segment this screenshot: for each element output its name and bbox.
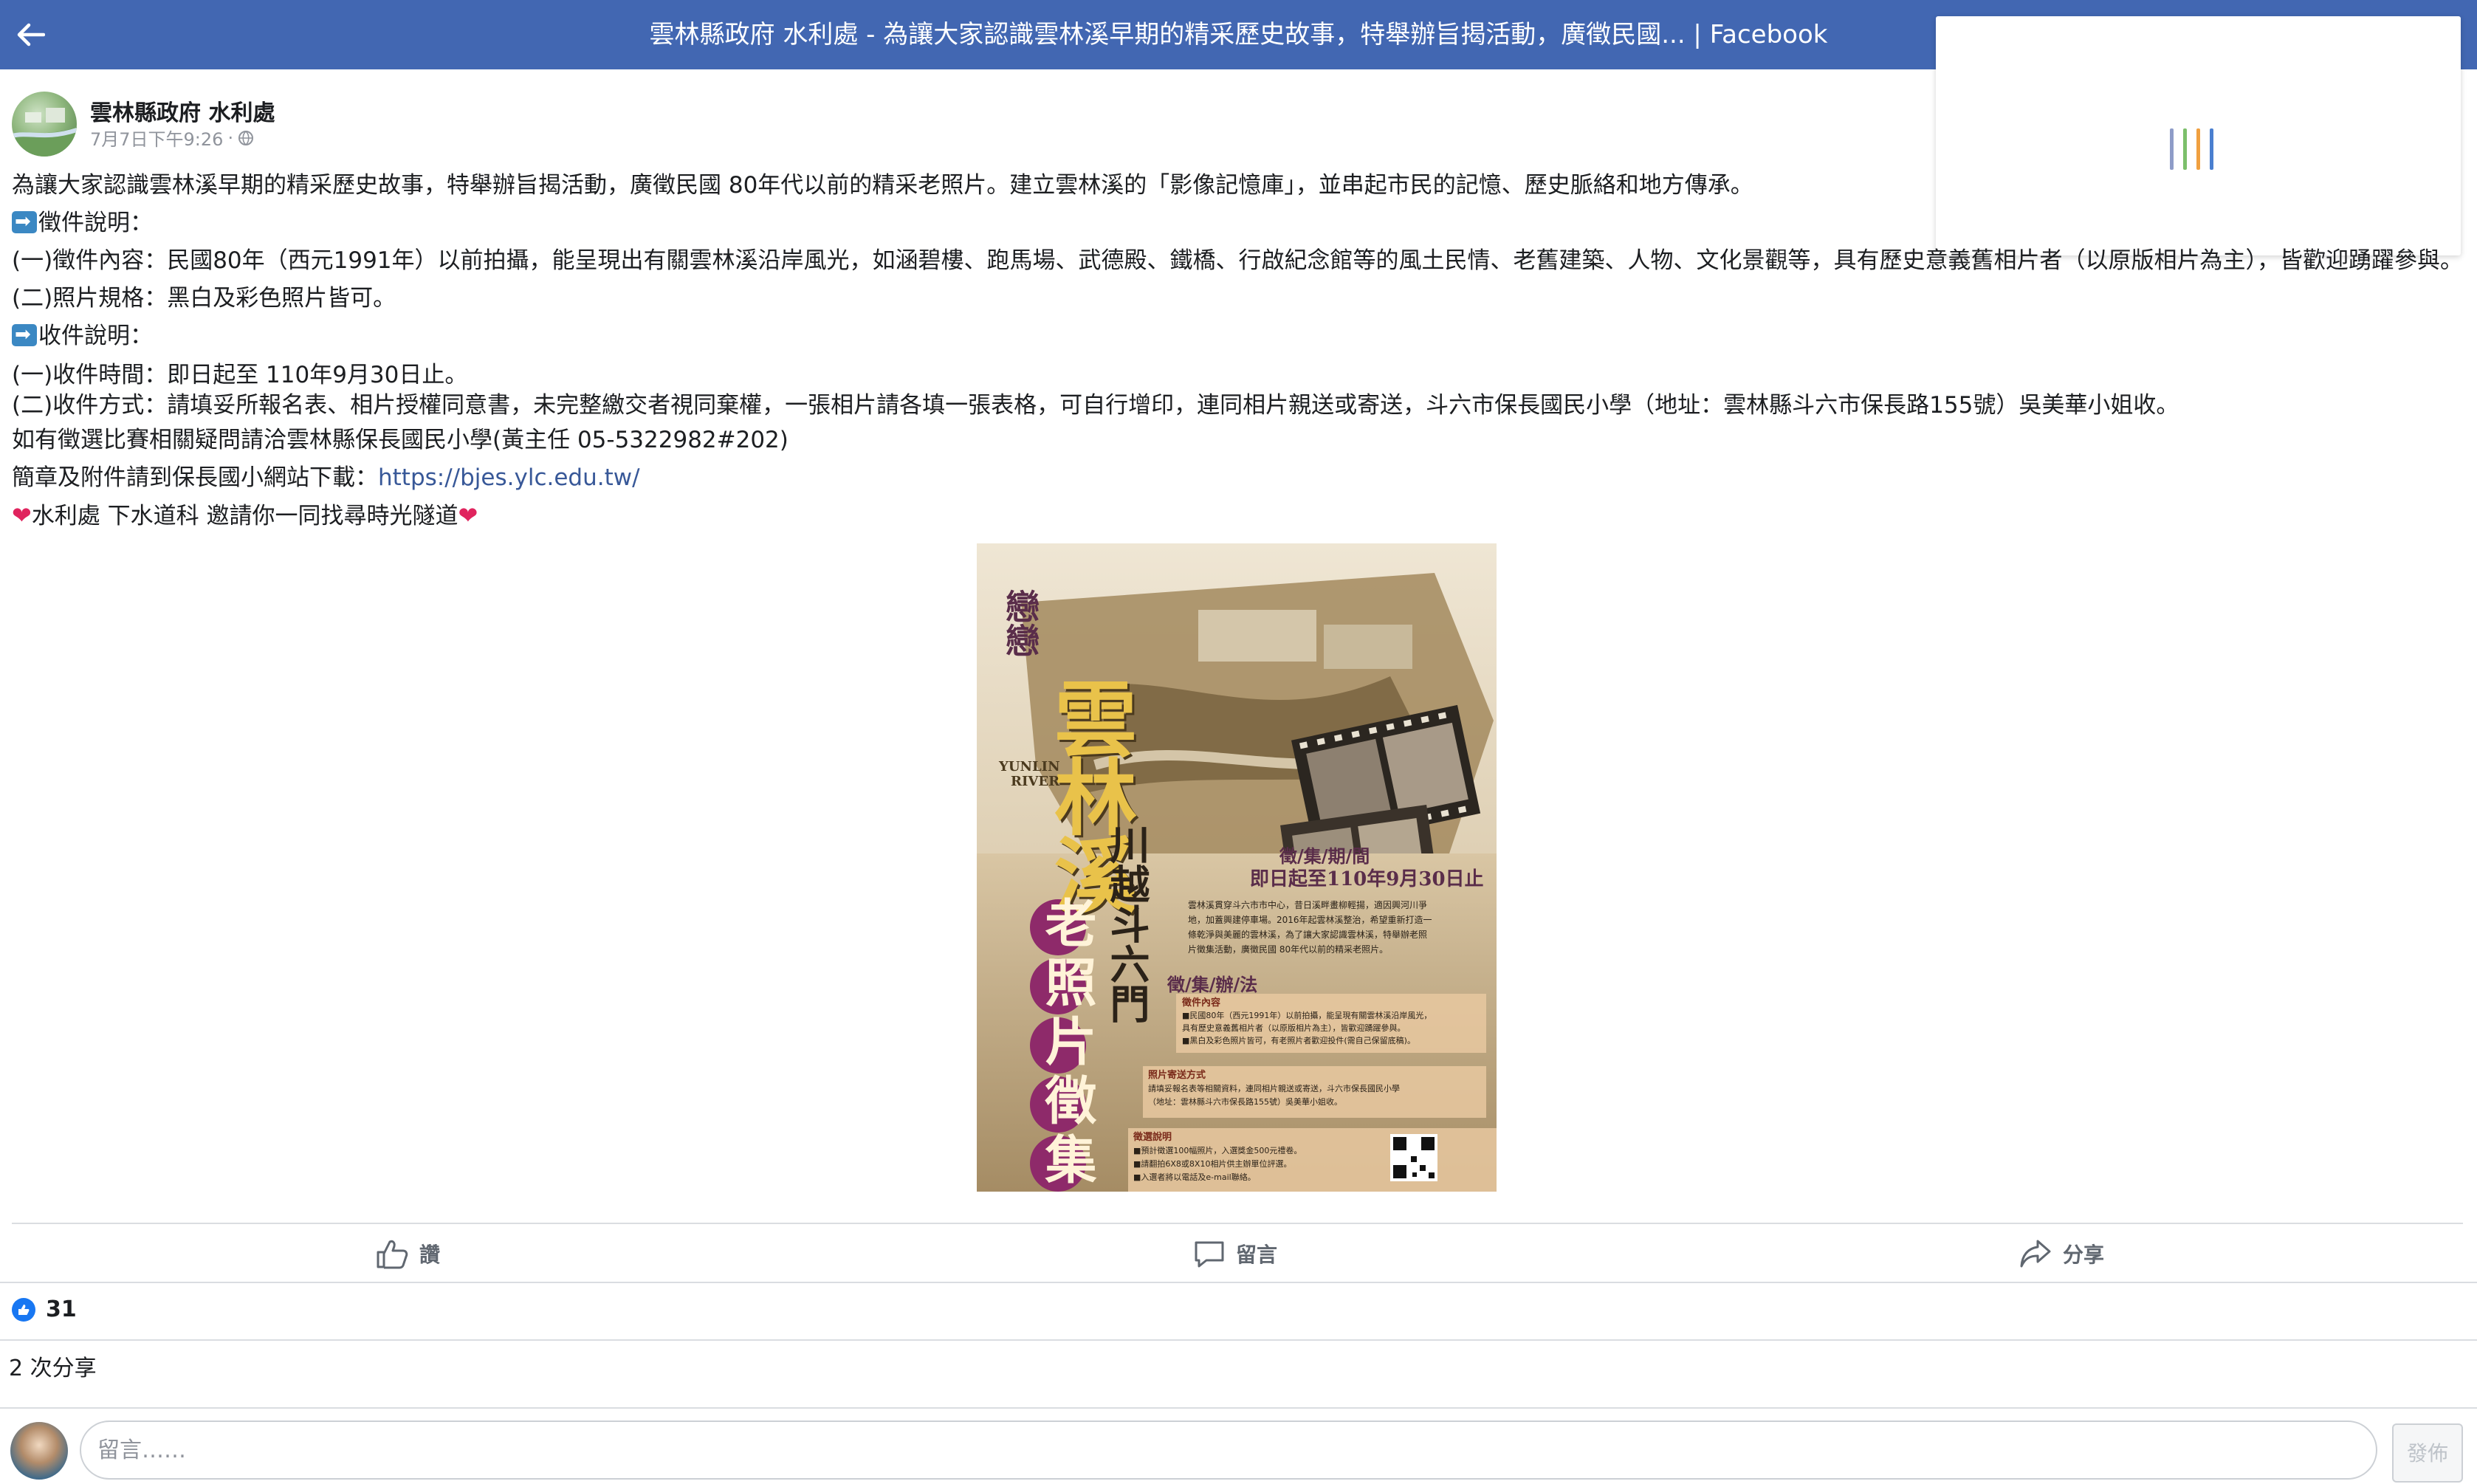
divider (0, 1407, 2477, 1409)
heart-icon: ❤ (458, 501, 478, 529)
meta-separator: · (227, 127, 234, 148)
poster-subtitle: 川越斗六門 (1103, 824, 1150, 1023)
poster-box3-line: ■請翻拍6X8或8X10相片供主辦單位評選。 (1133, 1159, 1292, 1169)
post-line: 簡章及附件請到保長國小網站下載：https://bjes.ylc.edu.tw/ (12, 459, 2463, 497)
post-line-text: 簡章及附件請到保長國小網站下載： (12, 464, 378, 491)
like-button[interactable]: 讚 (375, 1233, 440, 1274)
post-author[interactable]: 雲林縣政府 水利處 (90, 95, 275, 127)
poster-period-value: 即日起至110年9月30日止 (1250, 868, 1484, 890)
poster-english-1: YUNLIN (999, 759, 1060, 774)
divider (0, 1282, 2477, 1283)
thumbs-up-icon (377, 1240, 408, 1269)
poster-box3-line: ■入選者將以電話及e-mail聯絡。 (1133, 1172, 1256, 1182)
globe-icon (238, 130, 254, 145)
poster-box2-line: 請填妥報名表等相關資料，連同相片親送或寄送，斗六市保長國民小學 (1148, 1084, 1400, 1093)
post-image[interactable]: 戀戀 雲林溪 YUNLIN RIVER 川越斗六門 老照片徵集 徵/集/期/間 … (977, 543, 1497, 1192)
post-line: 如有徵選比賽相關疑問請洽雲林縣保長國民小學(黃主任 05-5322982#202… (12, 422, 2463, 459)
post-line-text: 收件說明： (38, 323, 153, 349)
page-avatar[interactable] (12, 92, 77, 157)
share-button[interactable]: 分享 (2019, 1233, 2104, 1274)
post-line-text: (二)收件方式：請填妥所報名表、相片授權同意書，未完整繳交者視同棄權，一張相片請… (12, 392, 2179, 419)
post-line: ❤水利處 下水道科 邀請你一同找尋時光隧道❤ (12, 497, 2463, 535)
poster-box3-line: ■預計徵選100幅照片，入選獎金500元禮卷。 (1133, 1146, 1302, 1155)
poster-box3-title: 徵選說明 (1133, 1132, 1172, 1143)
poster-box2: 照片寄送方式 請填妥報名表等相關資料，連同相片親送或寄送，斗六市保長國民小學 （… (1148, 1069, 1484, 1109)
comment-input[interactable] (80, 1421, 2377, 1480)
divider (0, 1339, 2477, 1341)
poster-intro: 雲林溪貫穿斗六市市中心，昔日溪畔畫柳輕揚，適因興河川爭 地，加蓋興建停車場。20… (1188, 898, 1483, 957)
poster-box1-title: 徵件內容 (1182, 997, 1221, 1009)
poster-intro-line: 片徵集活動，廣徵民國 80年代以前的精采老照片。 (1188, 944, 1389, 955)
post-line: (一)收件時間：即日起至 110年9月30日止。 (12, 361, 2463, 389)
post-line: 為讓大家認識雲林溪早期的精采歷史故事，特舉辦旨揭活動，廣徵民國 80年代以前的精… (12, 167, 2463, 205)
post-line: 收件說明： (12, 316, 2463, 355)
post-line-text: (二)照片規格：黑白及彩色照片皆可。 (12, 285, 396, 312)
like-label: 讚 (419, 1243, 441, 1267)
post-timestamp[interactable]: 7月7日下午9:26 (90, 125, 223, 151)
heart-icon: ❤ (12, 501, 32, 529)
poster-box1-line: ■民國80年（西元1991年）以前拍攝，能呈現有關雲林溪沿岸風光， (1182, 1011, 1432, 1020)
poster-method-label: 徵/集/辦/法 (1167, 974, 1258, 995)
comment-button[interactable]: 留言 (1193, 1233, 1277, 1274)
like-count: 31 (46, 1296, 77, 1322)
post-line-text: (一)徵件內容：民國80年（西元1991年）以前拍攝，能呈現出有關雲林溪沿岸風光… (12, 247, 2464, 274)
poster-box2-line: （地址：雲林縣斗六市保長路155號）吳美華小姐收。 (1148, 1097, 1342, 1107)
post-line-text: 徵件說明： (38, 210, 153, 236)
poster-box3: 徵選說明 ■預計徵選100幅照片，入選獎金500元禮卷。 ■請翻拍6X8或8X1… (1133, 1131, 1384, 1184)
user-avatar[interactable] (10, 1422, 68, 1480)
post-line-text: (一)收件時間：即日起至 110年9月30日止。 (12, 362, 468, 388)
post-line: (一)徵件內容：民國80年（西元1991年）以前拍攝，能呈現出有關雲林溪沿岸風光… (12, 242, 2463, 280)
post-line-text: 如有徵選比賽相關疑問請洽雲林縣保長國民小學(黃主任 05-5322982#202… (12, 427, 789, 453)
like-reaction-icon (12, 1297, 35, 1322)
arrow-right-emoji-icon (12, 203, 37, 241)
divider (12, 1223, 2463, 1224)
comment-label: 留言 (1236, 1243, 1278, 1267)
post-line: 徵件說明： (12, 203, 2463, 242)
reaction-summary[interactable]: 31 (12, 1296, 77, 1322)
poster-box1-line: ■黑白及彩色照片皆可，有老照片者歡迎投件(需自己保留底稿)。 (1182, 1036, 1415, 1045)
poster-title-bottom: 老照片徵集 (1037, 896, 1098, 1192)
post-line: (二)收件方式：請填妥所報名表、相片授權同意書，未完整繳交者視同棄權，一張相片請… (12, 389, 2463, 422)
post-line: (二)照片規格：黑白及彩色照片皆可。 (12, 280, 2463, 317)
arrow-right-emoji-icon (12, 316, 37, 354)
post-comment-button[interactable]: 發佈 (2392, 1423, 2463, 1483)
poster-intro-line: 條乾淨與美麗的雲林溪，為了讓大家認識雲林溪，特舉辦老照 (1188, 930, 1428, 940)
poster-box1-line: 具有歷史意義舊相片者（以原版相片為主），皆歡迎踴躍參與。 (1182, 1023, 1406, 1033)
poster-english-2: RIVER (1011, 774, 1060, 789)
poster-title-small: 戀戀 (1000, 589, 1040, 657)
school-website-link[interactable]: https://bjes.ylc.edu.tw/ (378, 464, 640, 491)
share-count[interactable]: 2 次分享 (9, 1350, 97, 1382)
poster-intro-line: 雲林溪貫穿斗六市市中心，昔日溪畔畫柳輕揚，適因興河川爭 (1188, 900, 1428, 910)
back-arrow-icon (17, 23, 45, 47)
poster-box2-title: 照片寄送方式 (1148, 1070, 1206, 1081)
back-button[interactable] (12, 16, 49, 53)
post-line-text: 水利處 下水道科 邀請你一同找尋時光隧道 (31, 503, 458, 529)
river-thumbnail-icon (12, 108, 77, 157)
share-arrow-icon (2020, 1240, 2051, 1268)
share-label: 分享 (2063, 1243, 2105, 1267)
post-body: 為讓大家認識雲林溪早期的精采歷史故事，特舉辦旨揭活動，廣徵民國 80年代以前的精… (12, 167, 2463, 535)
poster-box1: 徵件內容 ■民國80年（西元1991年）以前拍攝，能呈現有關雲林溪沿岸風光， 具… (1182, 997, 1485, 1047)
post-line-text: 為讓大家認識雲林溪早期的精采歷史故事，特舉辦旨揭活動，廣徵民國 80年代以前的精… (12, 172, 1753, 199)
comment-bubble-icon (1195, 1241, 1224, 1268)
post-meta: 7月7日下午9:26 · (90, 125, 254, 151)
poster-intro-line: 地，加蓋興建停車場。2016年起雲林溪整治，希望重新打造一 (1188, 915, 1432, 925)
